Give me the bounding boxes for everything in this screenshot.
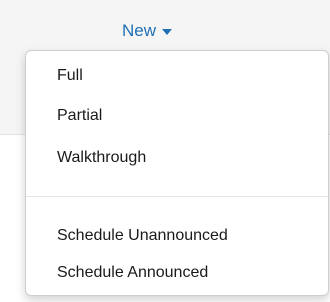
caret-down-icon [162, 29, 173, 35]
menu-divider [26, 196, 328, 197]
menu-item-full[interactable]: Full [26, 61, 328, 91]
menu-item-label: Schedule Unannounced [57, 227, 228, 244]
menu-item-schedule-announced[interactable]: Schedule Announced [26, 258, 328, 288]
new-dropdown-toggle[interactable]: New [108, 14, 186, 48]
menu-item-label: Full [57, 67, 83, 84]
menu-item-schedule-unannounced[interactable]: Schedule Unannounced [26, 221, 328, 251]
menu-item-label: Walkthrough [57, 149, 147, 166]
menu-item-label: Schedule Announced [57, 264, 209, 281]
new-dropdown-menu: Full Partial Walkthrough Schedule Unanno… [25, 50, 329, 296]
menu-item-label: Partial [57, 107, 103, 124]
menu-item-walkthrough[interactable]: Walkthrough [26, 143, 328, 173]
menu-item-partial[interactable]: Partial [26, 101, 328, 131]
new-label: New [122, 21, 157, 40]
